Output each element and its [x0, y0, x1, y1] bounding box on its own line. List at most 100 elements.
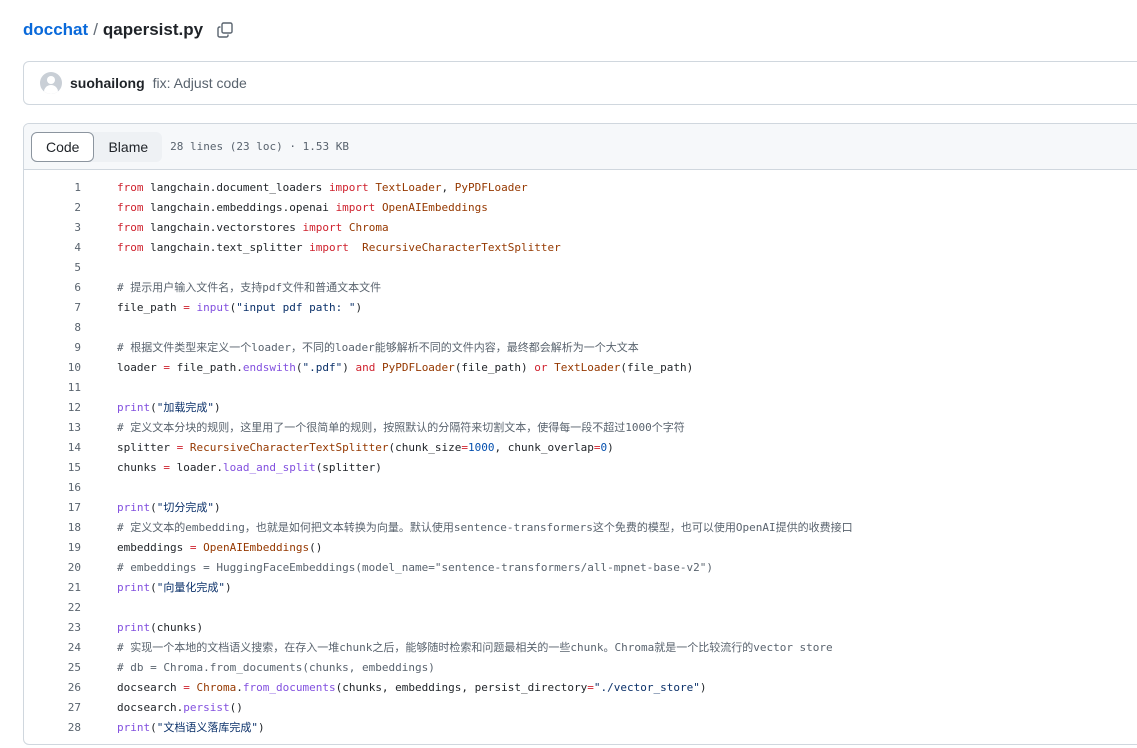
code-token: print: [117, 721, 151, 734]
line-number[interactable]: 2: [24, 201, 81, 214]
line-number[interactable]: 19: [24, 541, 81, 554]
code-token: # embeddings = HuggingFaceEmbeddings(mod…: [117, 560, 714, 574]
line-number[interactable]: 24: [24, 641, 81, 654]
copy-path-button[interactable]: [215, 20, 235, 40]
line-number[interactable]: 28: [24, 721, 81, 734]
repo-link[interactable]: docchat: [23, 20, 88, 40]
code-token: PyPDFLoader: [454, 180, 528, 194]
code-line: 7 file_path = input("input pdf path: "): [24, 297, 1137, 317]
line-content: splitter = RecursiveCharacterTextSplitte…: [117, 441, 614, 454]
line-content: # 实现一个本地的文档语义搜索，在存入一堆chunk之后，能够随时检索和问题最相…: [117, 639, 833, 655]
code-line: 20 # embeddings = HuggingFaceEmbeddings(m…: [24, 557, 1137, 577]
line-number[interactable]: 27: [24, 701, 81, 714]
line-number[interactable]: 20: [24, 561, 81, 574]
line-number[interactable]: 21: [24, 581, 81, 594]
line-number[interactable]: 13: [24, 421, 81, 434]
line-content: # db = Chroma.from_documents(chunks, emb…: [117, 661, 435, 674]
code-token: print: [117, 620, 151, 634]
code-line: 13 # 定义文本分块的规则，这里用了一个很简单的规则，按照默认的分隔符来切割文本…: [24, 417, 1137, 437]
line-number[interactable]: 5: [24, 261, 81, 274]
code-line: 9 # 根据文件类型来定义一个loader，不同的loader能够解析不同的文件内…: [24, 337, 1137, 357]
line-number[interactable]: 23: [24, 621, 81, 634]
code-token: (): [229, 700, 243, 714]
code-line: 17 print("切分完成"): [24, 497, 1137, 517]
code-token: file_path.: [169, 360, 243, 374]
avatar[interactable]: [40, 72, 62, 94]
code-line: 24 # 实现一个本地的文档语义搜索，在存入一堆chunk之后，能够随时检索和问题…: [24, 637, 1137, 657]
code-token: ): [342, 360, 356, 374]
line-number[interactable]: 10: [24, 361, 81, 374]
code-line: 18 # 定义文本的embedding，也就是如何把文本转换为向量。默认使用sen…: [24, 517, 1137, 537]
line-number[interactable]: 22: [24, 601, 81, 614]
code-token: # 提示用户输入文件名，支持pdf文件和普通文本文件: [117, 281, 382, 294]
line-number[interactable]: 18: [24, 521, 81, 534]
code-token: =: [183, 300, 190, 314]
code-token: =: [587, 680, 594, 694]
line-number[interactable]: 9: [24, 341, 81, 354]
code-token: TextLoader: [375, 180, 442, 194]
code-token: "文档语义落库完成": [156, 721, 258, 734]
code-token: (file_path): [454, 360, 535, 374]
code-line: 10 loader = file_path.endswith(".pdf") an…: [24, 357, 1137, 377]
file-header: Code Blame 28 lines (23 loc) · 1.53 KB: [24, 124, 1137, 170]
code-line: 19 embeddings = OpenAIEmbeddings(): [24, 537, 1137, 557]
code-line: 1 from langchain.document_loaders import …: [24, 177, 1137, 197]
code-token: # 定义文本分块的规则，这里用了一个很简单的规则，按照默认的分隔符来切割文本，使…: [117, 421, 685, 434]
line-content: from langchain.embeddings.openai import …: [117, 201, 488, 214]
line-number[interactable]: 7: [24, 301, 81, 314]
code-line: 27 docsearch.persist(): [24, 697, 1137, 717]
code-token: .: [236, 680, 243, 694]
line-content: docsearch = Chroma.from_documents(chunks…: [117, 681, 706, 694]
line-number[interactable]: 8: [24, 321, 81, 334]
line-number[interactable]: 12: [24, 401, 81, 414]
tab-code[interactable]: Code: [31, 131, 95, 162]
code-token: (file_path): [620, 360, 694, 374]
code-token: endswith: [242, 360, 296, 374]
code-line: 21 print("向量化完成"): [24, 577, 1137, 597]
code-token: print: [117, 401, 151, 414]
commit-message[interactable]: fix: Adjust code: [153, 75, 247, 91]
code-token: embeddings: [117, 540, 190, 554]
file-meta: 28 lines (23 loc) · 1.53 KB: [170, 140, 349, 153]
code-token: from: [117, 180, 144, 194]
code-token: # db = Chroma.from_documents(chunks, emb…: [117, 660, 435, 674]
code-token: "切分完成": [156, 501, 214, 514]
line-number[interactable]: 3: [24, 221, 81, 234]
line-number[interactable]: 1: [24, 181, 81, 194]
file-name: qapersist.py: [102, 20, 204, 39]
line-number[interactable]: 4: [24, 241, 81, 254]
code-token: (chunk_size: [388, 440, 462, 454]
line-content: from langchain.document_loaders import T…: [117, 181, 528, 194]
code-token: from: [117, 220, 144, 234]
code-token: (chunks): [150, 620, 204, 634]
line-number[interactable]: 26: [24, 681, 81, 694]
code-line: 12 print("加载完成"): [24, 397, 1137, 417]
line-number[interactable]: 14: [24, 441, 81, 454]
code-token: "./vector_store": [593, 680, 700, 694]
commit-author[interactable]: suohailong: [70, 75, 145, 91]
line-number[interactable]: 16: [24, 481, 81, 494]
line-number[interactable]: 15: [24, 461, 81, 474]
file-viewer: Code Blame 28 lines (23 loc) · 1.53 KB 1…: [23, 123, 1137, 745]
code-line: 5: [24, 257, 1137, 277]
code-line: 8: [24, 317, 1137, 337]
line-number[interactable]: 6: [24, 281, 81, 294]
code-line: 2 from langchain.embeddings.openai import…: [24, 197, 1137, 217]
code-token: print: [117, 581, 151, 594]
line-number[interactable]: 11: [24, 381, 81, 394]
line-number[interactable]: 17: [24, 501, 81, 514]
code-token: RecursiveCharacterTextSplitter: [189, 440, 389, 454]
code-token: langchain.vectorstores: [143, 220, 303, 234]
line-content: print(chunks): [117, 621, 203, 634]
code-line: 28 print("文档语义落库完成"): [24, 717, 1137, 737]
code-token: and: [355, 360, 376, 374]
code-token: # 根据文件类型来定义一个loader，不同的loader能够解析不同的文件内容…: [117, 341, 639, 354]
tab-blame[interactable]: Blame: [94, 132, 162, 162]
code-token: chunks: [117, 460, 164, 474]
code-token: TextLoader: [554, 360, 621, 374]
code-line: 23 print(chunks): [24, 617, 1137, 637]
code-token: =: [183, 680, 190, 694]
line-number[interactable]: 25: [24, 661, 81, 674]
